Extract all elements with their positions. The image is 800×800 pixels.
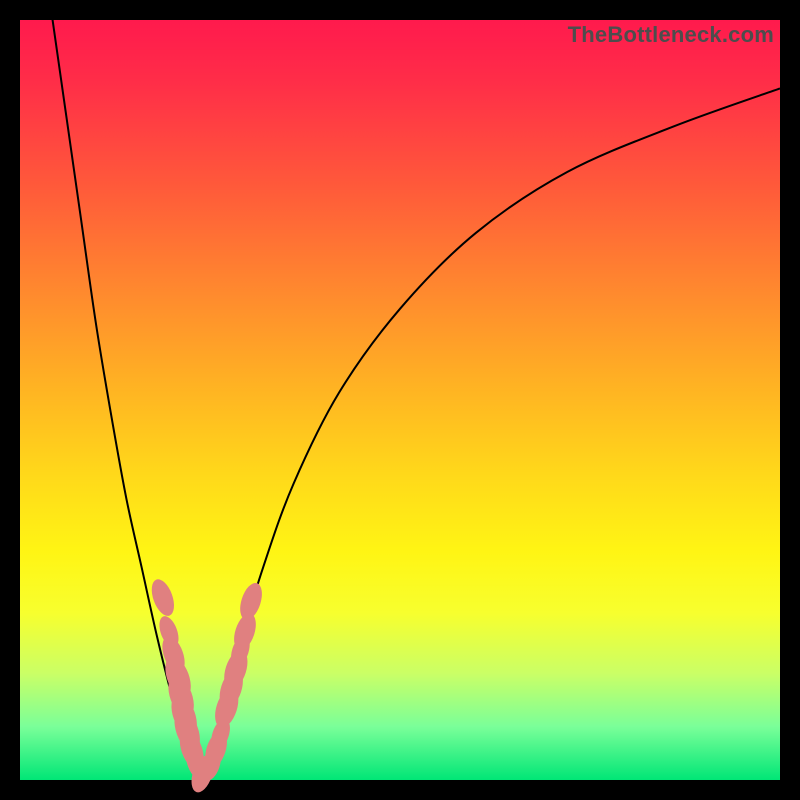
marker-group bbox=[147, 576, 266, 795]
watermark-text: TheBottleneck.com bbox=[568, 22, 774, 48]
right-branch-line bbox=[202, 88, 780, 780]
chart-frame: TheBottleneck.com bbox=[20, 20, 780, 780]
data-marker bbox=[236, 580, 266, 622]
chart-svg bbox=[20, 20, 780, 780]
